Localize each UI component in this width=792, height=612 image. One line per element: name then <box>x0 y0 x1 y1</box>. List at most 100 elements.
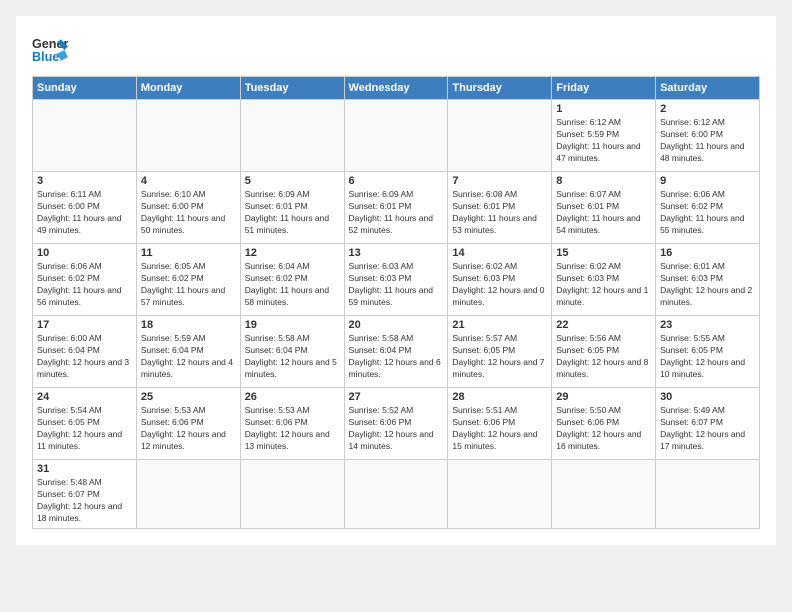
day-number: 28 <box>452 391 547 403</box>
day-info: Sunrise: 5:52 AM Sunset: 6:06 PM Dayligh… <box>349 405 444 453</box>
day-number: 2 <box>660 103 755 115</box>
day-cell: 6Sunrise: 6:09 AM Sunset: 6:01 PM Daylig… <box>344 172 448 244</box>
day-number: 17 <box>37 319 132 331</box>
day-number: 21 <box>452 319 547 331</box>
header: General Blue <box>32 32 760 68</box>
day-number: 12 <box>245 247 340 259</box>
weekday-header-wednesday: Wednesday <box>344 77 448 100</box>
day-info: Sunrise: 6:03 AM Sunset: 6:03 PM Dayligh… <box>349 261 444 309</box>
week-row-3: 17Sunrise: 6:00 AM Sunset: 6:04 PM Dayli… <box>33 316 760 388</box>
day-cell: 18 Sunrise: 5:59 AM Sunset: 6:04 PM Dayli… <box>136 316 240 388</box>
day-info: Sunrise: 5:54 AM Sunset: 6:05 PM Dayligh… <box>37 405 132 453</box>
day-cell: 3 Sunrise: 6:11 AM Sunset: 6:00 PM Daylig… <box>33 172 137 244</box>
day-cell: 19 Sunrise: 5:58 AM Sunset: 6:04 PM Dayli… <box>240 316 344 388</box>
day-info: Sunrise: 6:12 AM Sunset: 5:59 PM Dayligh… <box>556 117 651 165</box>
day-cell <box>656 460 760 529</box>
day-info: Sunrise: 6:07 AM Sunset: 6:01 PM Dayligh… <box>556 189 651 237</box>
day-number: 24 <box>37 391 132 403</box>
week-row-1: 3 Sunrise: 6:11 AM Sunset: 6:00 PM Daylig… <box>33 172 760 244</box>
day-cell: 27 Sunrise: 5:52 AM Sunset: 6:06 PM Dayli… <box>344 388 448 460</box>
day-number: 16 <box>660 247 755 259</box>
weekday-row: SundayMondayTuesdayWednesdayThursdayFrid… <box>33 77 760 100</box>
day-info: Sunrise: 5:58 AM Sunset: 6:04 PM Dayligh… <box>349 333 444 381</box>
day-info: Sunrise: 6:11 AM Sunset: 6:00 PM Dayligh… <box>37 189 132 237</box>
day-cell <box>240 460 344 529</box>
day-cell <box>240 100 344 172</box>
day-number: 15 <box>556 247 651 259</box>
day-cell: 25 Sunrise: 5:53 AM Sunset: 6:06 PM Dayli… <box>136 388 240 460</box>
day-number: 22 <box>556 319 651 331</box>
day-cell: 28 Sunrise: 5:51 AM Sunset: 6:06 PM Dayli… <box>448 388 552 460</box>
week-row-4: 24 Sunrise: 5:54 AM Sunset: 6:05 PM Dayli… <box>33 388 760 460</box>
day-number: 31 <box>37 463 132 475</box>
day-cell: 1 Sunrise: 6:12 AM Sunset: 5:59 PM Daylig… <box>552 100 656 172</box>
day-cell <box>33 100 137 172</box>
day-number: 3 <box>37 175 132 187</box>
calendar-header: SundayMondayTuesdayWednesdayThursdayFrid… <box>33 77 760 100</box>
day-cell <box>136 100 240 172</box>
logo: General Blue <box>32 32 68 68</box>
day-info: Sunrise: 6:12 AM Sunset: 6:00 PM Dayligh… <box>660 117 755 165</box>
day-cell <box>344 100 448 172</box>
day-info: Sunrise: 6:08 AM Sunset: 6:01 PM Dayligh… <box>452 189 547 237</box>
day-info: Sunrise: 5:50 AM Sunset: 6:06 PM Dayligh… <box>556 405 651 453</box>
day-number: 4 <box>141 175 236 187</box>
day-cell: 11Sunrise: 6:05 AM Sunset: 6:02 PM Dayli… <box>136 244 240 316</box>
day-number: 29 <box>556 391 651 403</box>
day-number: 27 <box>349 391 444 403</box>
day-info: Sunrise: 5:55 AM Sunset: 6:05 PM Dayligh… <box>660 333 755 381</box>
day-number: 19 <box>245 319 340 331</box>
day-cell: 13Sunrise: 6:03 AM Sunset: 6:03 PM Dayli… <box>344 244 448 316</box>
day-info: Sunrise: 6:01 AM Sunset: 6:03 PM Dayligh… <box>660 261 755 309</box>
day-cell: 7Sunrise: 6:08 AM Sunset: 6:01 PM Daylig… <box>448 172 552 244</box>
day-cell: 10 Sunrise: 6:06 AM Sunset: 6:02 PM Dayli… <box>33 244 137 316</box>
day-cell: 22Sunrise: 5:56 AM Sunset: 6:05 PM Dayli… <box>552 316 656 388</box>
day-cell: 26Sunrise: 5:53 AM Sunset: 6:06 PM Dayli… <box>240 388 344 460</box>
day-info: Sunrise: 6:09 AM Sunset: 6:01 PM Dayligh… <box>245 189 340 237</box>
day-number: 5 <box>245 175 340 187</box>
day-cell: 21Sunrise: 5:57 AM Sunset: 6:05 PM Dayli… <box>448 316 552 388</box>
day-cell: 30 Sunrise: 5:49 AM Sunset: 6:07 PM Dayli… <box>656 388 760 460</box>
page: General Blue SundayMondayTuesdayWednesda… <box>16 16 776 545</box>
day-info: Sunrise: 5:53 AM Sunset: 6:06 PM Dayligh… <box>141 405 236 453</box>
day-number: 8 <box>556 175 651 187</box>
day-cell <box>448 100 552 172</box>
week-row-0: 1 Sunrise: 6:12 AM Sunset: 5:59 PM Daylig… <box>33 100 760 172</box>
weekday-header-friday: Friday <box>552 77 656 100</box>
day-number: 1 <box>556 103 651 115</box>
day-cell <box>344 460 448 529</box>
calendar-body: 1 Sunrise: 6:12 AM Sunset: 5:59 PM Daylig… <box>33 100 760 529</box>
day-cell: 15 Sunrise: 6:02 AM Sunset: 6:03 PM Dayli… <box>552 244 656 316</box>
day-number: 26 <box>245 391 340 403</box>
day-number: 9 <box>660 175 755 187</box>
weekday-header-monday: Monday <box>136 77 240 100</box>
day-cell: 20Sunrise: 5:58 AM Sunset: 6:04 PM Dayli… <box>344 316 448 388</box>
day-cell: 9 Sunrise: 6:06 AM Sunset: 6:02 PM Daylig… <box>656 172 760 244</box>
weekday-header-thursday: Thursday <box>448 77 552 100</box>
day-cell: 23 Sunrise: 5:55 AM Sunset: 6:05 PM Dayli… <box>656 316 760 388</box>
weekday-header-sunday: Sunday <box>33 77 137 100</box>
day-info: Sunrise: 6:06 AM Sunset: 6:02 PM Dayligh… <box>37 261 132 309</box>
day-info: Sunrise: 5:51 AM Sunset: 6:06 PM Dayligh… <box>452 405 547 453</box>
day-cell: 17Sunrise: 6:00 AM Sunset: 6:04 PM Dayli… <box>33 316 137 388</box>
day-number: 14 <box>452 247 547 259</box>
day-info: Sunrise: 6:09 AM Sunset: 6:01 PM Dayligh… <box>349 189 444 237</box>
day-info: Sunrise: 5:49 AM Sunset: 6:07 PM Dayligh… <box>660 405 755 453</box>
day-cell <box>448 460 552 529</box>
day-info: Sunrise: 6:06 AM Sunset: 6:02 PM Dayligh… <box>660 189 755 237</box>
day-number: 10 <box>37 247 132 259</box>
day-number: 18 <box>141 319 236 331</box>
day-info: Sunrise: 6:02 AM Sunset: 6:03 PM Dayligh… <box>556 261 651 309</box>
day-cell: 8 Sunrise: 6:07 AM Sunset: 6:01 PM Daylig… <box>552 172 656 244</box>
day-number: 30 <box>660 391 755 403</box>
day-cell: 2 Sunrise: 6:12 AM Sunset: 6:00 PM Daylig… <box>656 100 760 172</box>
day-cell: 14Sunrise: 6:02 AM Sunset: 6:03 PM Dayli… <box>448 244 552 316</box>
day-info: Sunrise: 5:58 AM Sunset: 6:04 PM Dayligh… <box>245 333 340 381</box>
day-info: Sunrise: 6:05 AM Sunset: 6:02 PM Dayligh… <box>141 261 236 309</box>
day-number: 23 <box>660 319 755 331</box>
day-info: Sunrise: 6:10 AM Sunset: 6:00 PM Dayligh… <box>141 189 236 237</box>
day-cell: 16 Sunrise: 6:01 AM Sunset: 6:03 PM Dayli… <box>656 244 760 316</box>
day-number: 25 <box>141 391 236 403</box>
day-info: Sunrise: 5:59 AM Sunset: 6:04 PM Dayligh… <box>141 333 236 381</box>
day-cell: 12Sunrise: 6:04 AM Sunset: 6:02 PM Dayli… <box>240 244 344 316</box>
